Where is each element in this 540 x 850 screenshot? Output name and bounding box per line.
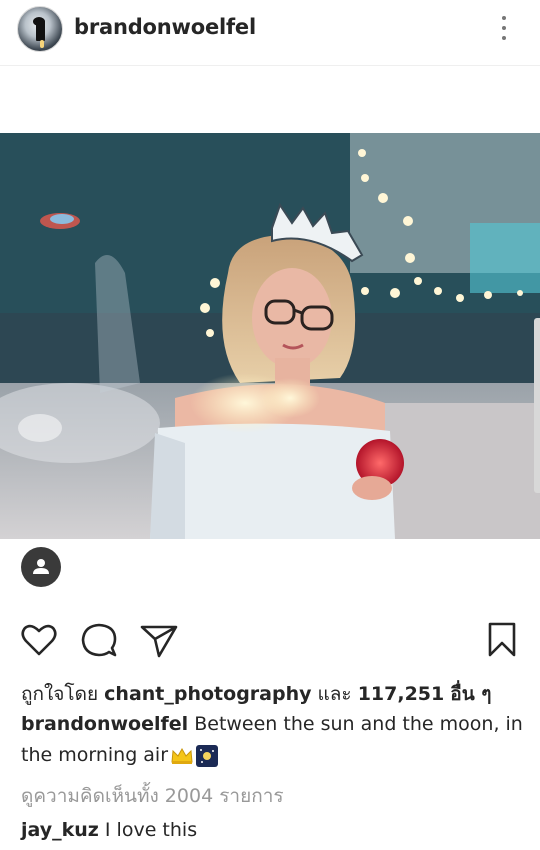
heart-icon bbox=[21, 624, 57, 656]
post-caption: brandonwoelfel Between the sun and the m… bbox=[21, 709, 526, 771]
tagged-users-button[interactable] bbox=[21, 547, 61, 587]
comment-username[interactable]: jay_kuz bbox=[21, 819, 99, 841]
likes-prefix: ถูกใจโดย bbox=[21, 683, 99, 705]
more-options-icon[interactable] bbox=[496, 12, 512, 44]
post-header: brandonwoelfel bbox=[0, 0, 540, 66]
liker-username[interactable]: chant_photography bbox=[104, 683, 311, 705]
comment-item: jay_kuz I love this bbox=[21, 819, 197, 841]
bookmark-icon bbox=[488, 622, 516, 657]
post-photo[interactable] bbox=[0, 133, 540, 539]
action-bar bbox=[0, 620, 540, 662]
like-button[interactable] bbox=[19, 620, 59, 660]
likes-summary: ถูกใจโดย chant_photography และ 117,251 อ… bbox=[21, 679, 492, 709]
save-button[interactable] bbox=[482, 620, 522, 660]
scroll-edge bbox=[534, 318, 540, 493]
crown-emoji-icon bbox=[171, 747, 193, 764]
photo-illustration bbox=[0, 133, 540, 539]
comment-text: I love this bbox=[104, 819, 198, 841]
night-sky-emoji-icon bbox=[196, 744, 219, 767]
caption-username[interactable]: brandonwoelfel bbox=[21, 713, 188, 735]
comment-icon bbox=[81, 623, 117, 657]
share-button[interactable] bbox=[139, 620, 179, 660]
view-all-comments-link[interactable]: ดูความคิดเห็นทั้ง 2004 รายการ bbox=[21, 781, 284, 811]
comment-button[interactable] bbox=[79, 620, 119, 660]
profile-avatar[interactable] bbox=[17, 6, 63, 52]
post-username[interactable]: brandonwoelfel bbox=[74, 15, 256, 39]
likes-conjunction: และ bbox=[317, 683, 352, 705]
send-icon bbox=[140, 625, 178, 658]
person-icon bbox=[33, 559, 49, 574]
likes-count[interactable]: 117,251 bbox=[358, 683, 445, 705]
likes-suffix[interactable]: อื่น ๆ bbox=[450, 683, 491, 705]
